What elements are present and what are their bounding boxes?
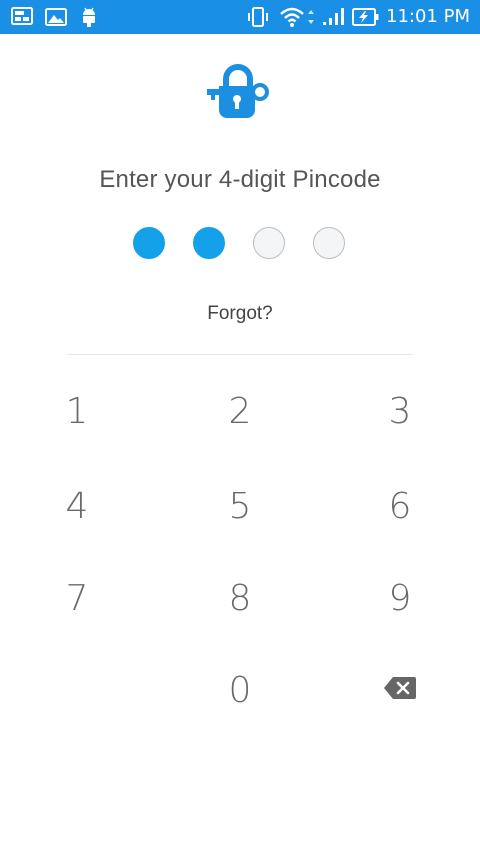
pincode-screen: 11:01 PM Enter your 4-digit Pincode Forg… xyxy=(0,0,480,854)
vibrate-icon xyxy=(246,0,270,34)
pin-dot-1 xyxy=(133,227,165,259)
android-debug-icon xyxy=(78,0,100,34)
key-3[interactable]: 3 xyxy=(350,371,450,451)
lock-with-key-icon xyxy=(205,62,275,124)
status-bar: 11:01 PM xyxy=(0,0,480,34)
key-9[interactable]: 9 xyxy=(350,558,450,638)
backspace-button[interactable] xyxy=(350,650,450,730)
key-1[interactable]: 1 xyxy=(27,371,127,451)
pincode-prompt: Enter your 4-digit Pincode xyxy=(99,166,381,193)
key-5[interactable]: 5 xyxy=(190,466,290,546)
screenshot-notification-icon xyxy=(10,0,34,34)
key-6[interactable]: 6 xyxy=(350,466,450,546)
key-0[interactable]: 0 xyxy=(190,650,290,730)
pin-dot-4 xyxy=(313,227,345,259)
pin-indicator xyxy=(133,227,349,261)
forgot-link[interactable]: Forgot? xyxy=(0,303,480,325)
key-7[interactable]: 7 xyxy=(27,558,127,638)
data-arrows-icon xyxy=(306,0,316,34)
key-4[interactable]: 4 xyxy=(27,466,127,546)
wifi-icon xyxy=(278,0,306,34)
divider xyxy=(67,354,413,355)
gallery-notification-icon xyxy=(44,0,68,34)
battery-charging-icon xyxy=(352,0,380,34)
status-clock: 11:01 PM xyxy=(386,6,470,27)
key-8[interactable]: 8 xyxy=(190,558,290,638)
pin-dot-2 xyxy=(193,227,225,259)
pin-dot-3 xyxy=(253,227,285,259)
key-2[interactable]: 2 xyxy=(190,371,290,451)
backspace-icon xyxy=(383,676,417,704)
cell-signal-icon xyxy=(320,0,346,34)
